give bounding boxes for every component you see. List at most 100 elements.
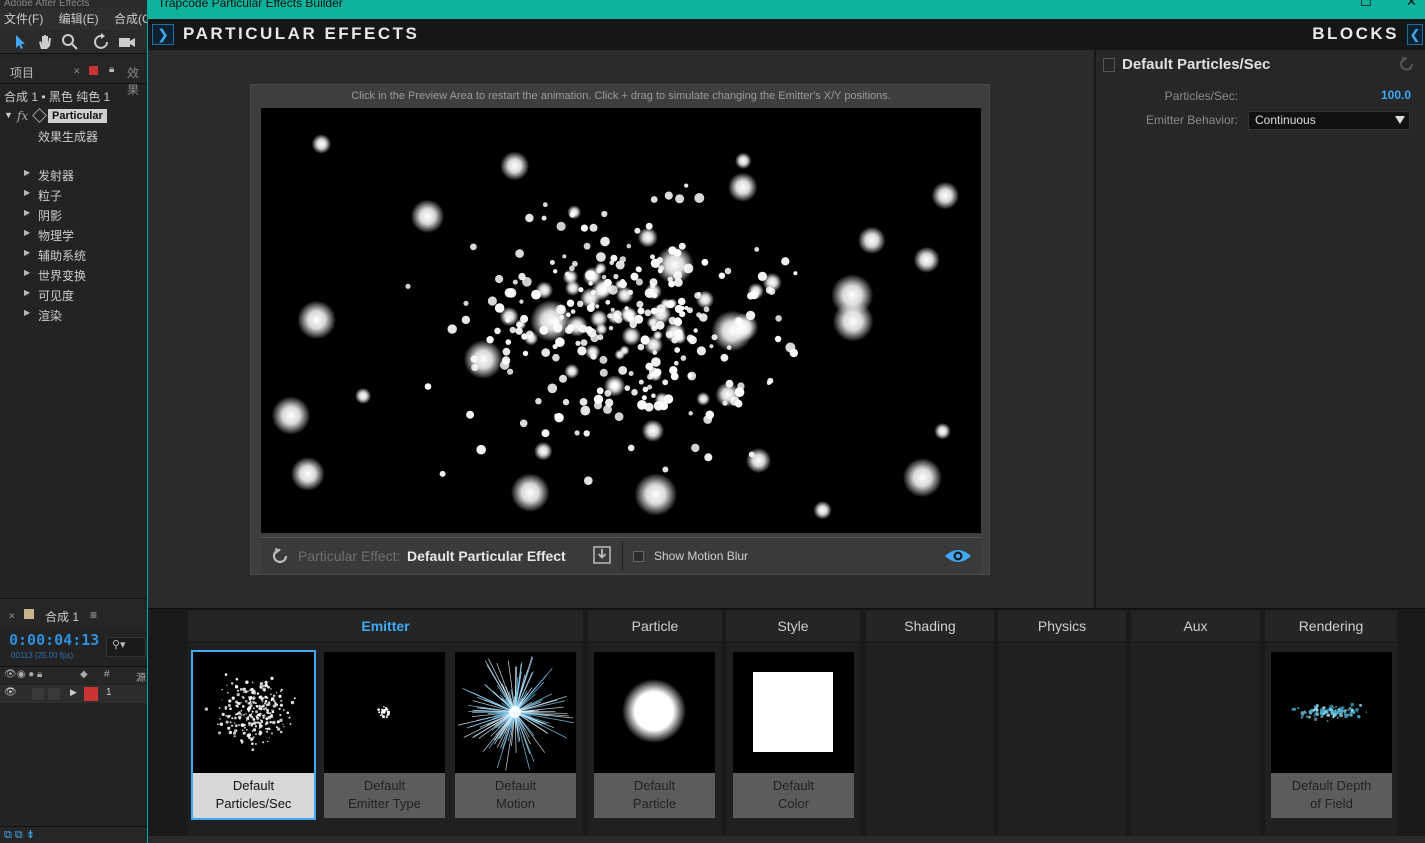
particle xyxy=(614,349,626,360)
property-aux-system[interactable]: ▶ 辅助系统 xyxy=(0,244,147,264)
particle xyxy=(1331,710,1334,712)
property-visibility[interactable]: ▶ 可见度 xyxy=(0,284,147,304)
expand-triangle-icon[interactable]: ▼ xyxy=(4,110,13,120)
particle xyxy=(383,706,385,708)
effect-row[interactable]: ▼ fx Particular xyxy=(0,107,147,126)
property-rendering[interactable]: ▶ 渲染 xyxy=(0,304,147,324)
current-timecode[interactable]: 0:00:04:13 xyxy=(9,631,99,649)
particle-preview[interactable] xyxy=(261,108,981,533)
property-particle[interactable]: ▶ 粒子 xyxy=(0,184,147,204)
tab-effects[interactable]: 效果 xyxy=(127,64,147,98)
particle xyxy=(218,731,221,735)
property-shadow[interactable]: ▶ 阴影 xyxy=(0,204,147,224)
motion-blur-checkbox[interactable] xyxy=(633,551,644,562)
property-emitter[interactable]: ▶ 发射器 xyxy=(0,164,147,184)
panel-menu-icon[interactable]: ≡ xyxy=(90,608,97,622)
particle xyxy=(688,411,693,416)
expand-arrow-icon[interactable]: ▶ xyxy=(70,687,77,698)
thumbnail-particle-burst xyxy=(193,652,314,773)
particle xyxy=(247,708,251,712)
particles-per-sec-value[interactable]: 100.0 xyxy=(1351,88,1411,102)
particle xyxy=(263,707,266,711)
particle xyxy=(1347,708,1351,712)
effect-builder-link[interactable]: 效果生成器 xyxy=(38,128,98,145)
save-preset-icon[interactable] xyxy=(593,546,611,564)
block-default-emitter-type[interactable]: Default Emitter Type xyxy=(324,652,445,818)
particle xyxy=(515,249,524,258)
tab-physics[interactable]: Physics xyxy=(998,611,1126,641)
block-default-depth-of-field[interactable]: Default Depth of Field xyxy=(1271,652,1392,818)
maximize-icon[interactable]: ☐ xyxy=(1360,0,1372,10)
particle xyxy=(259,685,263,689)
visibility-eye-icon[interactable]: 👁︎ xyxy=(4,687,17,698)
layer-color-label[interactable] xyxy=(84,687,98,701)
motion-ray xyxy=(484,660,516,713)
block-inspector: Default Particles/Sec Particles/Sec: 100… xyxy=(1095,50,1425,608)
particle xyxy=(405,283,411,289)
expand-arrow-icon[interactable]: ▶ xyxy=(24,288,30,297)
tab-rendering[interactable]: Rendering xyxy=(1265,611,1397,641)
zoom-tool-icon[interactable] xyxy=(60,33,80,51)
comp-flow-icon[interactable]: ⧉ ⧉ ⇟ xyxy=(4,828,35,842)
reset-icon[interactable] xyxy=(271,546,291,566)
expand-panel-button[interactable]: ❯ xyxy=(152,24,174,45)
menu-file[interactable]: 文件(F) xyxy=(4,8,43,30)
tab-aux[interactable]: Aux xyxy=(1131,611,1260,641)
particle xyxy=(276,720,280,724)
rotate-tool-icon[interactable] xyxy=(92,33,112,51)
particle xyxy=(724,267,732,275)
tab-emitter[interactable]: Emitter xyxy=(188,611,583,641)
block-default-color[interactable]: Default Color xyxy=(733,652,854,818)
expand-arrow-icon[interactable]: ▶ xyxy=(24,208,30,217)
block-default-particle[interactable]: Default Particle xyxy=(594,652,715,818)
camera-tool-icon[interactable] xyxy=(117,33,137,51)
eye-icon[interactable] xyxy=(944,547,972,565)
tab-shading[interactable]: Shading xyxy=(866,611,994,641)
block-default-motion[interactable]: Default Motion xyxy=(455,652,576,818)
menu-composition[interactable]: 合成(C) xyxy=(114,8,147,30)
expand-arrow-icon[interactable]: ▶ xyxy=(24,248,30,257)
expand-arrow-icon[interactable]: ▶ xyxy=(24,268,30,277)
particle xyxy=(228,730,233,735)
tab-project[interactable]: 项目 xyxy=(10,64,34,81)
tab-particle[interactable]: Particle xyxy=(588,611,722,641)
particle xyxy=(385,716,388,719)
preview-canvas[interactable] xyxy=(261,108,981,533)
hand-tool-icon[interactable] xyxy=(35,33,55,51)
reset-icon[interactable] xyxy=(1398,55,1416,73)
effect-name[interactable]: Particular xyxy=(48,109,107,123)
particle xyxy=(267,685,270,689)
block-default-particles-sec[interactable]: Default Particles/Sec xyxy=(191,650,316,820)
particle xyxy=(641,395,647,401)
particle xyxy=(644,335,664,355)
tab-style[interactable]: Style xyxy=(726,611,860,641)
collapse-blocks-button[interactable]: ❮ xyxy=(1407,24,1423,45)
layer-row[interactable]: 👁︎ ▶ 1 xyxy=(0,685,147,703)
expand-arrow-icon[interactable]: ▶ xyxy=(24,228,30,237)
expand-arrow-icon[interactable]: ▶ xyxy=(24,168,30,177)
expand-arrow-icon[interactable]: ▶ xyxy=(24,308,30,317)
menu-edit[interactable]: 编辑(E) xyxy=(59,8,99,30)
fx-icon[interactable]: fx xyxy=(17,109,28,123)
lock-icon[interactable]: 🔒︎ xyxy=(109,64,114,75)
lock-toggle[interactable] xyxy=(48,688,60,700)
particle xyxy=(762,272,782,292)
emitter-behavior-select[interactable]: Continuous xyxy=(1248,111,1410,130)
timeline-search-input[interactable]: ⚲▾ xyxy=(106,637,146,657)
close-icon[interactable]: ✕ xyxy=(1406,0,1417,10)
particle xyxy=(248,721,251,725)
property-world-transform[interactable]: ▶ 世界变换 xyxy=(0,264,147,284)
particle xyxy=(595,323,608,336)
particle xyxy=(675,194,685,204)
close-icon[interactable]: ✕ xyxy=(8,611,16,622)
particle xyxy=(258,732,262,736)
expand-arrow-icon[interactable]: ▶ xyxy=(24,188,30,197)
tab-timeline-comp[interactable]: 合成 1 xyxy=(45,608,79,625)
particle xyxy=(265,718,268,721)
close-icon[interactable]: ✕ xyxy=(73,66,81,77)
property-physics[interactable]: ▶ 物理学 xyxy=(0,224,147,244)
selection-tool-icon[interactable] xyxy=(10,33,30,51)
block-caption: Default Particles/Sec xyxy=(193,773,314,818)
particle xyxy=(601,210,608,218)
solo-toggle[interactable] xyxy=(32,688,44,700)
